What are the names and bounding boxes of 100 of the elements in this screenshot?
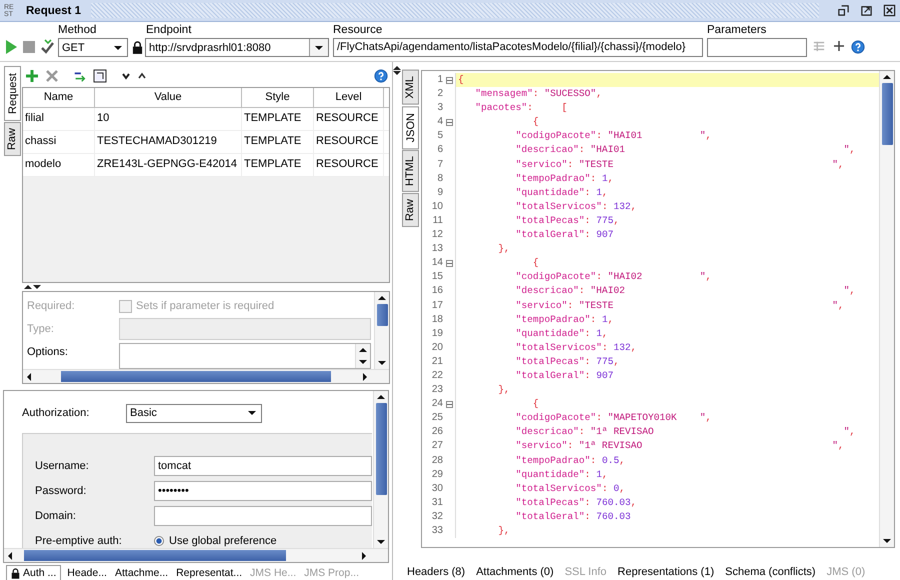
plus-icon[interactable] <box>833 40 845 52</box>
field-label: Username: <box>35 460 90 472</box>
options-label: Options: <box>27 346 69 358</box>
code-line: "totalServicos": 132, <box>514 200 636 214</box>
code-line: "pacotes": [ <box>474 101 568 116</box>
code-line: }, <box>497 383 510 398</box>
help-icon[interactable] <box>374 68 388 83</box>
request-panel-tab[interactable]: Auth ... <box>6 565 62 580</box>
code-line: "totalServicos": 132, <box>514 340 636 355</box>
code-line: "totalGeral": 760.03 <box>514 510 631 524</box>
method-label: Method <box>58 24 98 37</box>
code-line: "totalPecas": 775, <box>514 354 620 369</box>
fold-toggle[interactable] <box>446 118 452 126</box>
endpoint-label: Endpoint <box>146 24 192 37</box>
delete-icon[interactable] <box>45 68 59 83</box>
table-cell: RESOURCE <box>314 130 384 153</box>
response-view-tab[interactable]: JSON <box>402 106 419 149</box>
play-icon[interactable] <box>4 39 18 55</box>
radio-button[interactable] <box>154 536 164 546</box>
method-dropdown[interactable]: GET <box>58 38 128 57</box>
code-line: "codigoPacote": "HAI02 ", <box>514 270 712 284</box>
restore-icon[interactable] <box>837 4 850 17</box>
add-icon[interactable] <box>25 68 39 83</box>
code-line: { <box>457 73 464 87</box>
parameters-field[interactable] <box>707 38 807 57</box>
resource-label: Resource <box>333 24 384 37</box>
code-line: "servico": "1ª REVISAO ", <box>514 439 844 454</box>
code-line: "codigoPacote": "MAPETOY010K ", <box>514 411 712 426</box>
field-label: Domain: <box>35 510 77 522</box>
request-panel-tab[interactable]: Heade... <box>65 565 109 580</box>
horizontal-scrollbar[interactable] <box>4 548 388 562</box>
horizontal-scrollbar[interactable] <box>23 369 389 383</box>
authorization-dropdown[interactable]: Basic <box>126 404 262 422</box>
code-line: "quantidade": 1, <box>514 468 608 482</box>
check-arrow-icon[interactable] <box>40 39 54 55</box>
maximize-icon[interactable] <box>860 4 873 17</box>
code-line: "tempoPadrao": 1, <box>514 312 614 327</box>
table-cell: TEMPLATE <box>242 108 314 130</box>
type-label: Type: <box>27 323 55 336</box>
radio-label: Use global preference <box>169 535 277 547</box>
table-cell: ZRE143L-GEPNGG-E42014 <box>95 154 242 176</box>
code-line: "descricao": "HAI02 ", <box>514 284 856 298</box>
window-title: Request 1 <box>26 4 81 16</box>
code-line: "descricao": "HAI01 ", <box>514 143 856 158</box>
endpoint-dropdown[interactable]: http://srvdprasrhl01:8080 <box>145 38 329 57</box>
code-line: { <box>532 256 539 270</box>
response-view-tab[interactable]: XML <box>402 70 419 105</box>
code-line: "tempoPadrao": 1, <box>514 172 614 186</box>
vertical-scrollbar[interactable] <box>879 71 894 547</box>
resize-icon[interactable] <box>93 68 107 83</box>
domain-field[interactable] <box>154 506 372 526</box>
response-panel-tab[interactable]: Representations (1) <box>618 566 714 580</box>
request-panel-tab[interactable]: Attachme... <box>112 565 170 580</box>
authorization-label: Authorization: <box>22 407 90 419</box>
json-editor[interactable] <box>421 70 895 548</box>
fold-toggle[interactable] <box>446 260 452 267</box>
username-field[interactable]: tomcat <box>154 456 372 476</box>
line-number: 1 <box>422 73 443 88</box>
move-down-icon[interactable] <box>121 70 131 81</box>
resource-field[interactable]: /FlyChatsApi/agendamento/listaPacotesModelo/{filial}/{chassi}/{modelo} <box>333 38 703 57</box>
fold-toggle[interactable] <box>446 400 452 408</box>
table-cell: TEMPLATE <box>242 130 314 153</box>
request-panel-tab[interactable]: Representat... <box>174 565 244 580</box>
code-line: "totalPecas": 760.03, <box>514 496 636 510</box>
code-line: "totalGeral": 907 <box>514 368 614 383</box>
table-cell: filial <box>23 108 95 130</box>
code-line: "servico": "TESTE ", <box>514 158 844 172</box>
code-line: "descricao": "1ª REVISAO ", <box>514 425 856 440</box>
field-label: Password: <box>35 485 88 497</box>
table-cell: RESOURCE <box>314 154 384 176</box>
code-line: }, <box>497 242 510 256</box>
response-panel-tab[interactable]: Headers (8) <box>407 566 466 580</box>
code-line: "quantidade": 1, <box>514 326 608 341</box>
required-label: Required: <box>27 300 76 312</box>
help-icon[interactable] <box>851 39 865 55</box>
request-view-tab[interactable]: Request <box>4 66 21 121</box>
checkbox-label: Sets if parameter is required <box>136 300 274 312</box>
vertical-scrollbar[interactable] <box>373 391 388 548</box>
response-view-tab[interactable]: HTML <box>402 150 419 192</box>
move-up-icon[interactable] <box>137 70 147 81</box>
table-cell: TESTECHAMAD301219 <box>95 130 242 153</box>
code-line: }, <box>497 524 510 538</box>
code-line: "quantidade": 1, <box>514 186 608 200</box>
options-field[interactable] <box>119 342 371 369</box>
fold-toggle[interactable] <box>446 76 452 84</box>
code-line: "codigoPacote": "HAI01 ", <box>514 129 712 144</box>
code-line: "totalServicos": 0, <box>514 482 625 496</box>
close-icon[interactable] <box>883 4 896 17</box>
code-line: "mensagem": "SUCESSO", <box>474 87 602 102</box>
vertical-scrollbar[interactable] <box>374 292 389 370</box>
field-label: Pre-emptive auth: <box>35 535 123 547</box>
code-line: "tempoPadrao": 0.5, <box>514 454 625 468</box>
response-panel-tab[interactable]: Schema (conflicts) <box>725 566 816 580</box>
response-view-tab[interactable]: Raw <box>402 192 419 227</box>
response-panel-tab[interactable]: Attachments (0) <box>476 566 554 580</box>
request-view-tab[interactable]: Raw <box>4 122 21 156</box>
parameters-label: Parameters <box>707 24 768 37</box>
password-field[interactable]: •••••••• <box>154 481 372 501</box>
table-cell: chassi <box>23 130 95 153</box>
lock-icon <box>132 41 143 54</box>
